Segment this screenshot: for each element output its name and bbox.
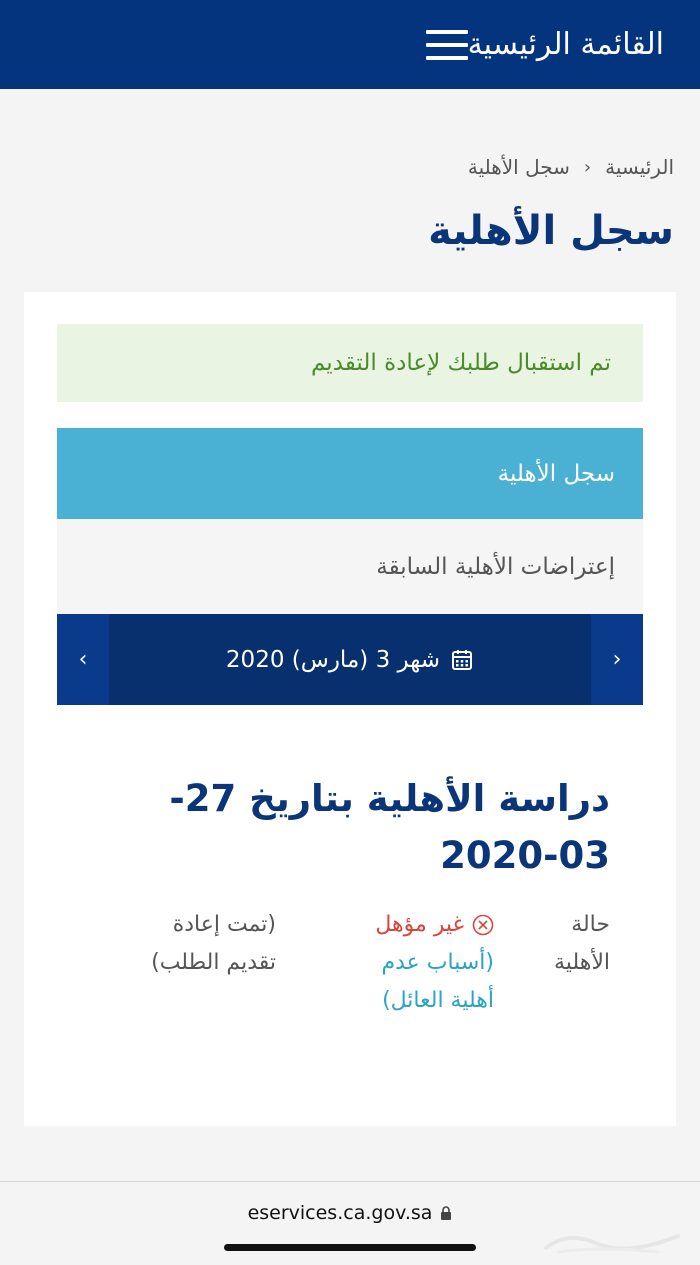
url-text: eservices.ca.gov.sa (247, 1202, 433, 1224)
divider (0, 1181, 700, 1182)
alert-message: تم استقبال طلبك لإعادة التقديم (311, 350, 611, 376)
chevron-left-icon: › (78, 647, 88, 672)
chevron-left-icon: ‹ (583, 156, 592, 178)
tab-previous-objections-label: إعتراضات الأهلية السابقة (376, 553, 615, 580)
chevron-right-icon: ‹ (612, 647, 622, 672)
page-title: سجل الأهلية (428, 208, 674, 254)
next-month-button[interactable]: › (57, 614, 109, 705)
month-label: شهر 3 (مارس) 2020 (225, 646, 441, 673)
study-title: دراسة الأهلية بتاريخ 27-03-2020 (169, 777, 610, 877)
previous-month-button[interactable]: ‹ (591, 614, 643, 705)
lock-icon (441, 1206, 452, 1220)
tab-eligibility-record-label: سجل الأهلية (497, 460, 615, 487)
browser-address-bar[interactable]: eservices.ca.gov.sa (0, 1198, 700, 1228)
breadcrumb: الرئيسية ‹ سجل الأهلية (468, 155, 674, 179)
circle-x-icon (472, 914, 494, 936)
resubmission-note: (تمت إعادة تقديم الطلب) (151, 912, 276, 975)
calendar-icon (452, 649, 473, 670)
eligibility-card: تم استقبال طلبك لإعادة التقديم سجل الأهل… (24, 292, 676, 1126)
month-navigator: ‹ شهر 3 (مارس) 2020 › (57, 614, 643, 705)
eligibility-status-label: حالة الأهلية (554, 912, 610, 975)
success-alert: تم استقبال طلبك لإعادة التقديم (57, 324, 643, 402)
hamburger-menu-icon[interactable] (425, 29, 468, 60)
tab-eligibility-record[interactable]: سجل الأهلية (57, 428, 643, 519)
breadcrumb-current: سجل الأهلية (467, 155, 570, 179)
watermark-logo (544, 1234, 680, 1254)
not-eligible-text: غير مؤهل (375, 912, 464, 937)
tab-previous-objections[interactable]: إعتراضات الأهلية السابقة (57, 519, 643, 614)
top-header-bar: القائمة الرئيسية (0, 0, 700, 89)
not-eligible-status: غير مؤهل (334, 906, 494, 944)
home-indicator (224, 1244, 476, 1251)
ineligibility-reasons-link[interactable]: (أسباب عدم أهلية العائل) (334, 944, 494, 1020)
main-menu-title[interactable]: القائمة الرئيسية (468, 27, 664, 62)
eligibility-status-value: غير مؤهل (أسباب عدم أهلية العائل) (334, 906, 494, 1020)
month-display: شهر 3 (مارس) 2020 (109, 614, 591, 705)
breadcrumb-home-link[interactable]: الرئيسية (605, 155, 674, 179)
